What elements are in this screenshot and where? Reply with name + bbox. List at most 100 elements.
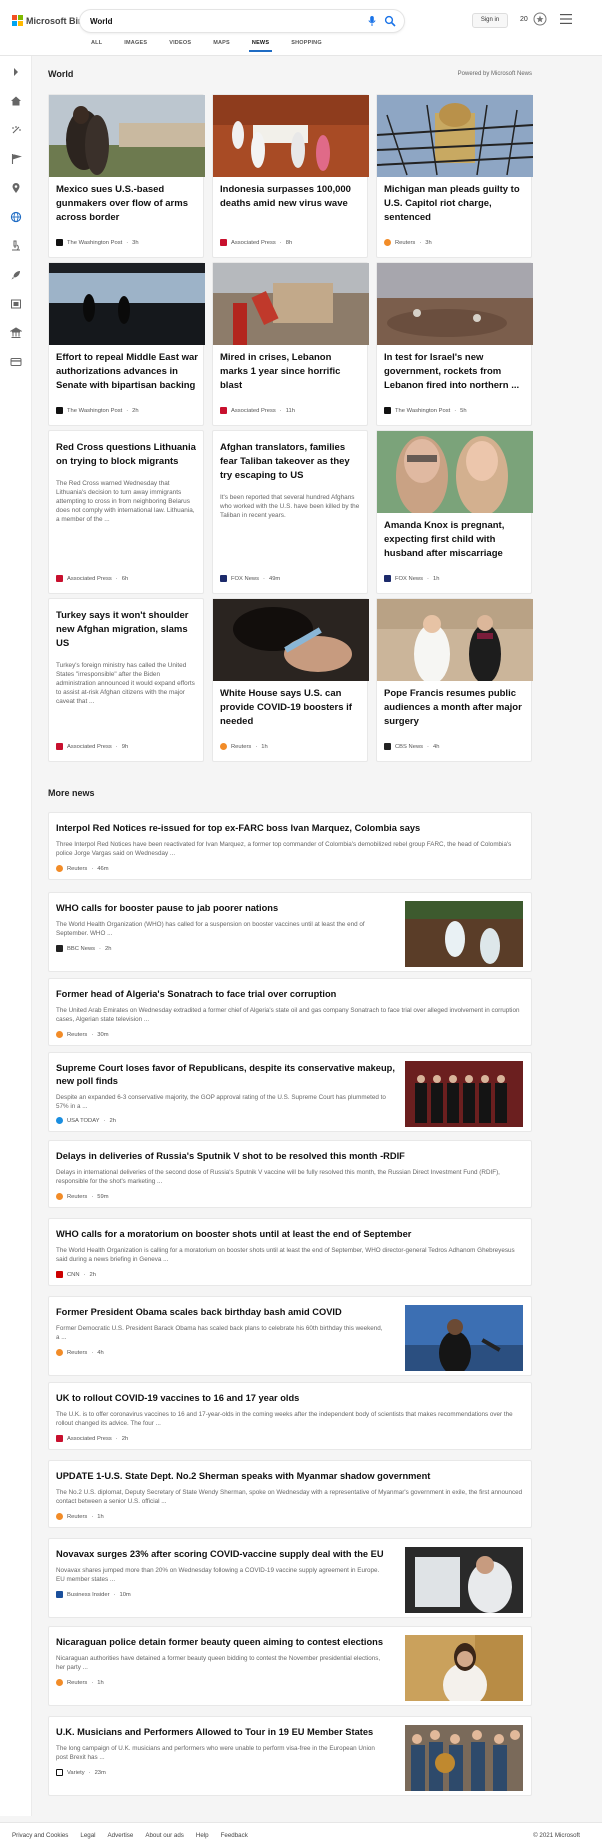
news-card[interactable]: Red Cross questions Lithuania on trying … xyxy=(48,430,204,594)
search-box[interactable] xyxy=(80,10,404,32)
hamburger-menu-icon[interactable] xyxy=(560,14,572,24)
news-title[interactable]: WHO calls for a moratorium on booster sh… xyxy=(56,1228,411,1241)
news-title[interactable]: U.K. Musicians and Performers Allowed to… xyxy=(56,1726,396,1739)
chevron-right-icon[interactable] xyxy=(10,66,22,78)
tab-videos[interactable]: VIDEOS xyxy=(158,40,202,50)
news-title[interactable]: UK to rollout COVID-19 vaccines to 16 an… xyxy=(56,1392,299,1405)
card-source[interactable]: Associated Press · 8h xyxy=(220,239,292,246)
sign-in-button[interactable]: Sign in xyxy=(472,13,508,28)
news-source[interactable]: Reuters · 4h xyxy=(56,1349,104,1356)
card-title[interactable]: Mexico sues U.S.-based gunmakers over fl… xyxy=(56,183,198,225)
news-title[interactable]: WHO calls for booster pause to jab poore… xyxy=(56,902,396,915)
tab-shopping[interactable]: SHOPPING xyxy=(280,40,333,50)
card-source[interactable]: The Washington Post · 3h xyxy=(56,239,139,246)
card-source[interactable]: Associated Press · 11h xyxy=(220,407,295,414)
tab-images[interactable]: IMAGES xyxy=(113,40,158,50)
news-card[interactable]: Afghan translators, families fear Taliba… xyxy=(212,430,368,594)
news-source[interactable]: Business Insider · 10m xyxy=(56,1591,131,1598)
card-source[interactable]: Associated Press · 9h xyxy=(56,743,128,750)
card-source[interactable]: FOX News · 1h xyxy=(384,575,439,582)
news-card[interactable]: White House says U.S. can provide COVID-… xyxy=(212,598,369,762)
news-source[interactable]: Reuters · 1h xyxy=(56,1513,104,1520)
card-title[interactable]: White House says U.S. can provide COVID-… xyxy=(220,687,362,729)
footer-link-privacy[interactable]: Privacy and Cookies xyxy=(12,1832,68,1839)
news-list-item[interactable]: Delays in deliveries of Russia's Sputnik… xyxy=(48,1140,532,1208)
card-title[interactable]: Red Cross questions Lithuania on trying … xyxy=(56,441,198,469)
news-source[interactable]: Reuters · 30m xyxy=(56,1031,109,1038)
news-title[interactable]: Delays in deliveries of Russia's Sputnik… xyxy=(56,1150,405,1163)
bing-logo[interactable]: Microsoft Bing xyxy=(12,15,89,26)
news-list-item[interactable]: Former head of Algeria's Sonatrach to fa… xyxy=(48,978,532,1046)
card-source[interactable]: The Washington Post · 2h xyxy=(56,407,139,414)
card-title[interactable]: In test for Israel's new government, roc… xyxy=(384,351,526,393)
news-list-item[interactable]: WHO calls for booster pause to jab poore… xyxy=(48,892,532,972)
news-source[interactable]: Associated Press · 2h xyxy=(56,1435,128,1442)
footer-link-advertise[interactable]: Advertise xyxy=(108,1832,134,1839)
news-list-item[interactable]: Novavax surges 23% after scoring COVID-v… xyxy=(48,1538,532,1618)
news-source[interactable]: Variety · 23m xyxy=(56,1769,106,1776)
card-title[interactable]: Pope Francis resumes public audiences a … xyxy=(384,687,526,729)
location-pin-icon[interactable] xyxy=(10,182,22,194)
card-title[interactable]: Michigan man pleads guilty to U.S. Capit… xyxy=(384,183,526,225)
card-title[interactable]: Effort to repeal Middle East war authori… xyxy=(56,351,198,393)
news-title[interactable]: UPDATE 1-U.S. State Dept. No.2 Sherman s… xyxy=(56,1470,430,1483)
search-input[interactable] xyxy=(90,13,350,29)
news-card[interactable]: Mexico sues U.S.-based gunmakers over fl… xyxy=(48,94,205,258)
news-source[interactable]: USA TODAY · 2h xyxy=(56,1117,116,1124)
news-title[interactable]: Novavax surges 23% after scoring COVID-v… xyxy=(56,1548,396,1561)
news-title[interactable]: Former President Obama scales back birth… xyxy=(56,1306,396,1319)
news-source[interactable]: BBC News · 2h xyxy=(56,945,111,952)
microscope-icon[interactable] xyxy=(10,240,22,252)
news-card[interactable]: Indonesia surpasses 100,000 deaths amid … xyxy=(212,94,369,258)
rewards-count[interactable]: 20 xyxy=(520,16,528,23)
news-card[interactable]: Mired in crises, Lebanon marks 1 year si… xyxy=(212,262,369,426)
news-card[interactable]: Pope Francis resumes public audiences a … xyxy=(376,598,533,762)
card-source[interactable]: Reuters · 3h xyxy=(384,239,432,246)
card-title[interactable]: Turkey says it won't shoulder new Afghan… xyxy=(56,609,198,651)
card-source[interactable]: CBS News · 4h xyxy=(384,743,439,750)
card-source[interactable]: Associated Press · 6h xyxy=(56,575,128,582)
card-source[interactable]: FOX News · 49m xyxy=(220,575,280,582)
news-card[interactable]: In test for Israel's new government, roc… xyxy=(376,262,533,426)
card-title[interactable]: Afghan translators, families fear Taliba… xyxy=(220,441,362,483)
tab-all[interactable]: ALL xyxy=(80,40,113,50)
news-list-item[interactable]: Interpol Red Notices re-issued for top e… xyxy=(48,812,532,880)
search-icon[interactable] xyxy=(384,15,396,27)
footer-link-feedback[interactable]: Feedback xyxy=(221,1832,248,1839)
news-card[interactable]: Amanda Knox is pregnant, expecting first… xyxy=(376,430,533,594)
news-list-item[interactable]: Former President Obama scales back birth… xyxy=(48,1296,532,1376)
card-source[interactable]: The Washington Post · 5h xyxy=(384,407,467,414)
footer-link-legal[interactable]: Legal xyxy=(80,1832,95,1839)
news-list-item[interactable]: Supreme Court loses favor of Republicans… xyxy=(48,1052,532,1132)
globe-icon[interactable] xyxy=(10,211,22,223)
news-list-item[interactable]: WHO calls for a moratorium on booster sh… xyxy=(48,1218,532,1286)
news-title[interactable]: Nicaraguan police detain former beauty q… xyxy=(56,1636,396,1649)
rocket-icon[interactable] xyxy=(10,269,22,281)
film-icon[interactable] xyxy=(10,298,22,310)
sparkle-icon[interactable] xyxy=(10,124,22,136)
news-card[interactable]: Michigan man pleads guilty to U.S. Capit… xyxy=(376,94,533,258)
card-title[interactable]: Amanda Knox is pregnant, expecting first… xyxy=(384,519,526,561)
news-list-item[interactable]: UPDATE 1-U.S. State Dept. No.2 Sherman s… xyxy=(48,1460,532,1528)
card-title[interactable]: Mired in crises, Lebanon marks 1 year si… xyxy=(220,351,362,393)
footer-link-help[interactable]: Help xyxy=(196,1832,209,1839)
flag-icon[interactable] xyxy=(10,153,22,165)
news-card[interactable]: Turkey says it won't shoulder new Afghan… xyxy=(48,598,204,762)
home-icon[interactable] xyxy=(10,95,22,107)
footer-link-about-ads[interactable]: About our ads xyxy=(145,1832,184,1839)
news-list-item[interactable]: Nicaraguan police detain former beauty q… xyxy=(48,1626,532,1706)
card-source[interactable]: Reuters · 1h xyxy=(220,743,268,750)
news-list-item[interactable]: U.K. Musicians and Performers Allowed to… xyxy=(48,1716,532,1796)
credit-card-icon[interactable] xyxy=(10,356,22,368)
rewards-medal-icon[interactable] xyxy=(533,12,547,26)
news-source[interactable]: Reuters · 1h xyxy=(56,1679,104,1686)
government-icon[interactable] xyxy=(10,327,22,339)
tab-news[interactable]: NEWS xyxy=(241,40,280,52)
news-source[interactable]: CNN · 2h xyxy=(56,1271,96,1278)
news-title[interactable]: Supreme Court loses favor of Republicans… xyxy=(56,1062,396,1088)
news-title[interactable]: Former head of Algeria's Sonatrach to fa… xyxy=(56,988,336,1001)
card-title[interactable]: Indonesia surpasses 100,000 deaths amid … xyxy=(220,183,362,211)
news-title[interactable]: Interpol Red Notices re-issued for top e… xyxy=(56,822,420,835)
news-card[interactable]: Effort to repeal Middle East war authori… xyxy=(48,262,205,426)
news-source[interactable]: Reuters · 46m xyxy=(56,865,109,872)
